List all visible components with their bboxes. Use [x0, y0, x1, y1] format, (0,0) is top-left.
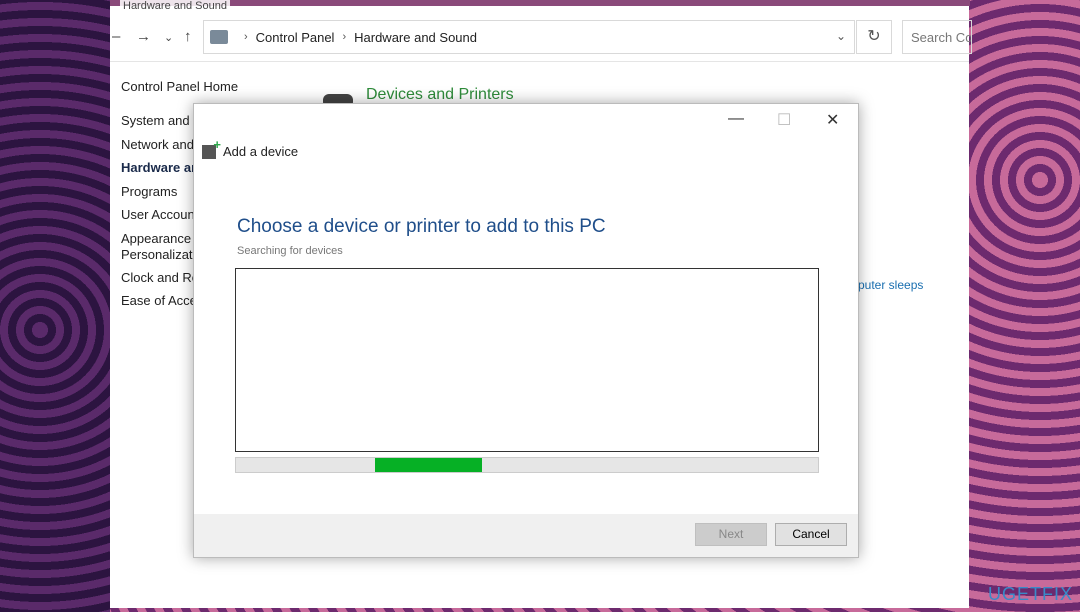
- next-button[interactable]: Next: [695, 523, 767, 546]
- minimize-button[interactable]: —: [728, 110, 744, 128]
- watermark-logo: UGETFIX: [988, 584, 1074, 604]
- dialog-title: Add a device: [202, 137, 299, 159]
- sleep-link[interactable]: puter sleeps: [858, 278, 923, 292]
- maximize-button[interactable]: ☐: [777, 110, 791, 130]
- breadcrumb-hardware-and-sound[interactable]: Hardware and Sound: [354, 30, 477, 45]
- sidebar-home-link[interactable]: Control Panel Home: [121, 79, 238, 94]
- cancel-button[interactable]: Cancel: [775, 523, 847, 546]
- window-titlebar: Hardware and Sound: [110, 0, 970, 12]
- dialog-title-text: Add a device: [223, 144, 299, 159]
- breadcrumb-control-panel[interactable]: Control Panel: [256, 30, 335, 45]
- desktop-background: [0, 0, 110, 612]
- add-device-icon: [202, 137, 221, 159]
- status-text: Searching for devices: [237, 245, 343, 257]
- chevron-down-icon[interactable]: ⌄: [836, 29, 846, 43]
- dialog-footer: Next Cancel: [194, 514, 858, 557]
- sidebar-item-active[interactable]: Hardware ar: [121, 160, 196, 175]
- progress-indicator: [375, 458, 482, 472]
- sidebar-item[interactable]: System and S: [121, 113, 202, 128]
- sidebar-item[interactable]: Appearance a: [121, 231, 202, 246]
- forward-icon[interactable]: →: [136, 28, 151, 45]
- navigation-bar: – → ⌄ ↑ › Control Panel › Hardware and S…: [110, 20, 972, 54]
- chevron-right-icon: ›: [342, 31, 347, 43]
- refresh-button[interactable]: ↻: [856, 20, 892, 54]
- sidebar-item[interactable]: Programs: [121, 184, 177, 199]
- progress-bar: [235, 457, 819, 473]
- window-title: Hardware and Sound: [120, 0, 230, 12]
- add-device-dialog: — ☐ ✕ Add a device Choose a device or pr…: [193, 103, 859, 558]
- device-list[interactable]: [235, 268, 819, 452]
- up-icon[interactable]: ↑: [184, 28, 192, 45]
- sidebar-item[interactable]: Network and: [121, 137, 194, 152]
- sidebar-item[interactable]: Personalizati: [121, 247, 195, 262]
- sidebar-item[interactable]: Ease of Acces: [121, 293, 203, 308]
- control-panel-icon: [210, 30, 228, 44]
- address-bar[interactable]: › Control Panel › Hardware and Sound ⌄: [203, 20, 855, 54]
- chevron-right-icon: ›: [244, 31, 248, 43]
- devices-and-printers-link[interactable]: Devices and Printers: [366, 86, 514, 104]
- recent-chevron-icon[interactable]: ⌄: [164, 31, 173, 44]
- sidebar-item[interactable]: User Account: [121, 207, 198, 222]
- search-input[interactable]: Search Co: [902, 20, 972, 54]
- divider: [110, 61, 969, 62]
- dialog-heading: Choose a device or printer to add to thi…: [237, 216, 606, 237]
- close-button[interactable]: ✕: [826, 110, 839, 130]
- back-icon[interactable]: –: [112, 28, 120, 45]
- sidebar-item[interactable]: Clock and Re: [121, 270, 199, 285]
